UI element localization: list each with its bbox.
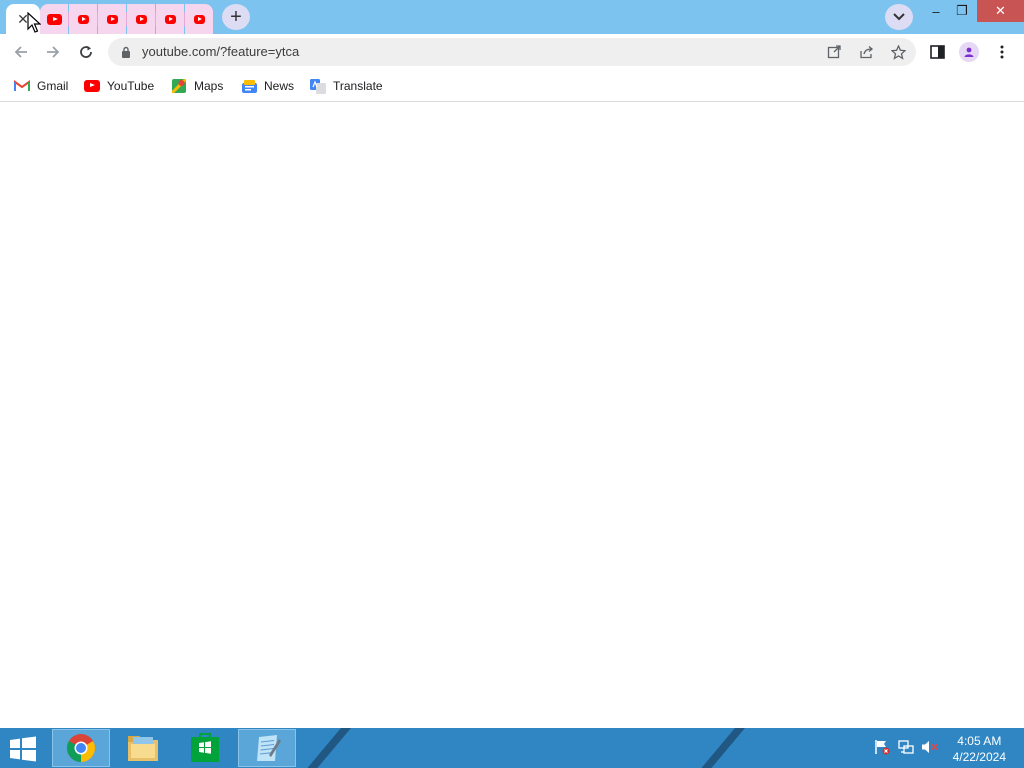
restore-icon: ❐ [956, 3, 968, 18]
taskbar-decoration [684, 728, 754, 768]
translate-icon [310, 78, 326, 94]
volume-muted-icon [922, 741, 938, 753]
tab-youtube-3[interactable] [98, 4, 126, 34]
flag-icon [875, 740, 890, 755]
menu-icon [1000, 45, 1004, 59]
taskbar-notepad[interactable] [238, 729, 296, 767]
chrome-icon [67, 734, 95, 762]
side-panel-icon [929, 45, 945, 59]
taskbar-decoration [290, 728, 360, 768]
tab-search-button[interactable] [885, 4, 913, 30]
tray-network[interactable] [897, 738, 915, 756]
youtube-icon [193, 14, 205, 24]
network-icon [898, 740, 914, 754]
browser-toolbar: youtube.com/?feature=ytca [0, 34, 1024, 70]
side-panel-button[interactable] [924, 39, 950, 65]
tab-strip: ✕ + – ❐ ✕ [0, 0, 1024, 34]
chevron-down-icon [893, 13, 905, 21]
tab-youtube-5[interactable] [156, 4, 184, 34]
file-explorer-icon [128, 736, 158, 761]
minimize-icon: – [932, 3, 940, 19]
new-tab-button[interactable]: + [222, 4, 250, 30]
address-bar[interactable]: youtube.com/?feature=ytca [108, 38, 916, 66]
window-close-button[interactable]: ✕ [977, 0, 1024, 22]
plus-icon: + [230, 6, 242, 28]
lock-icon[interactable] [116, 42, 136, 62]
reload-icon [80, 46, 92, 58]
tray-action-center[interactable] [873, 738, 891, 756]
restore-button[interactable]: ❐ [944, 0, 980, 22]
notepad-icon [257, 735, 281, 761]
bookmark-label: News [264, 79, 295, 93]
reload-button[interactable] [73, 39, 99, 65]
bookmark-star-icon[interactable] [888, 42, 908, 62]
windows-logo-icon [10, 736, 36, 762]
clock-time: 4:05 AM [957, 734, 1002, 748]
gmail-icon [14, 79, 30, 93]
start-button[interactable] [8, 736, 40, 762]
taskbar-store[interactable] [176, 729, 234, 767]
youtube-icon [135, 14, 147, 24]
taskbar: 4:05 AM 4/22/2024 [0, 728, 1024, 768]
back-icon [14, 46, 27, 58]
bookmark-label: YouTube [107, 79, 155, 93]
youtube-icon [164, 14, 176, 24]
youtube-icon [84, 79, 100, 93]
forward-icon [47, 46, 60, 58]
bookmarks-bar: Gmail YouTube Maps News Translate [0, 70, 1024, 102]
youtube-icon [77, 14, 89, 24]
back-button[interactable] [8, 39, 34, 65]
news-icon [241, 79, 257, 93]
menu-button[interactable] [989, 39, 1015, 65]
bookmark-news[interactable]: News [241, 76, 294, 96]
tab-youtube-6[interactable] [185, 4, 213, 34]
bookmark-label: Maps [194, 79, 224, 93]
tab-youtube-4[interactable] [127, 4, 155, 34]
tab-youtube-2[interactable] [69, 4, 97, 34]
bookmark-youtube[interactable]: YouTube [84, 76, 154, 96]
store-icon [191, 733, 219, 762]
profile-icon [959, 42, 979, 62]
profile-button[interactable] [956, 39, 982, 65]
bookmark-gmail[interactable]: Gmail [14, 76, 68, 96]
page-content[interactable] [0, 103, 1024, 728]
open-in-app-icon[interactable] [824, 42, 844, 62]
clock-date: 4/22/2024 [952, 750, 1006, 764]
bookmark-label: Translate [333, 79, 383, 93]
youtube-icon [106, 14, 118, 24]
taskbar-file-explorer[interactable] [114, 729, 172, 767]
tray-volume[interactable] [921, 738, 939, 756]
tab-youtube-1[interactable] [40, 4, 68, 34]
share-icon[interactable] [856, 42, 876, 62]
taskbar-clock[interactable]: 4:05 AM 4/22/2024 [953, 733, 1006, 765]
bookmark-label: Gmail [37, 79, 69, 93]
mouse-cursor-icon [27, 12, 41, 33]
url-text[interactable]: youtube.com/?feature=ytca [142, 44, 299, 59]
taskbar-chrome[interactable] [52, 729, 110, 767]
forward-button[interactable] [40, 39, 66, 65]
youtube-icon [46, 13, 62, 25]
bookmark-translate[interactable]: Translate [310, 76, 383, 96]
close-icon: ✕ [995, 3, 1006, 18]
bookmark-maps[interactable]: Maps [171, 76, 223, 96]
maps-icon [171, 79, 187, 93]
